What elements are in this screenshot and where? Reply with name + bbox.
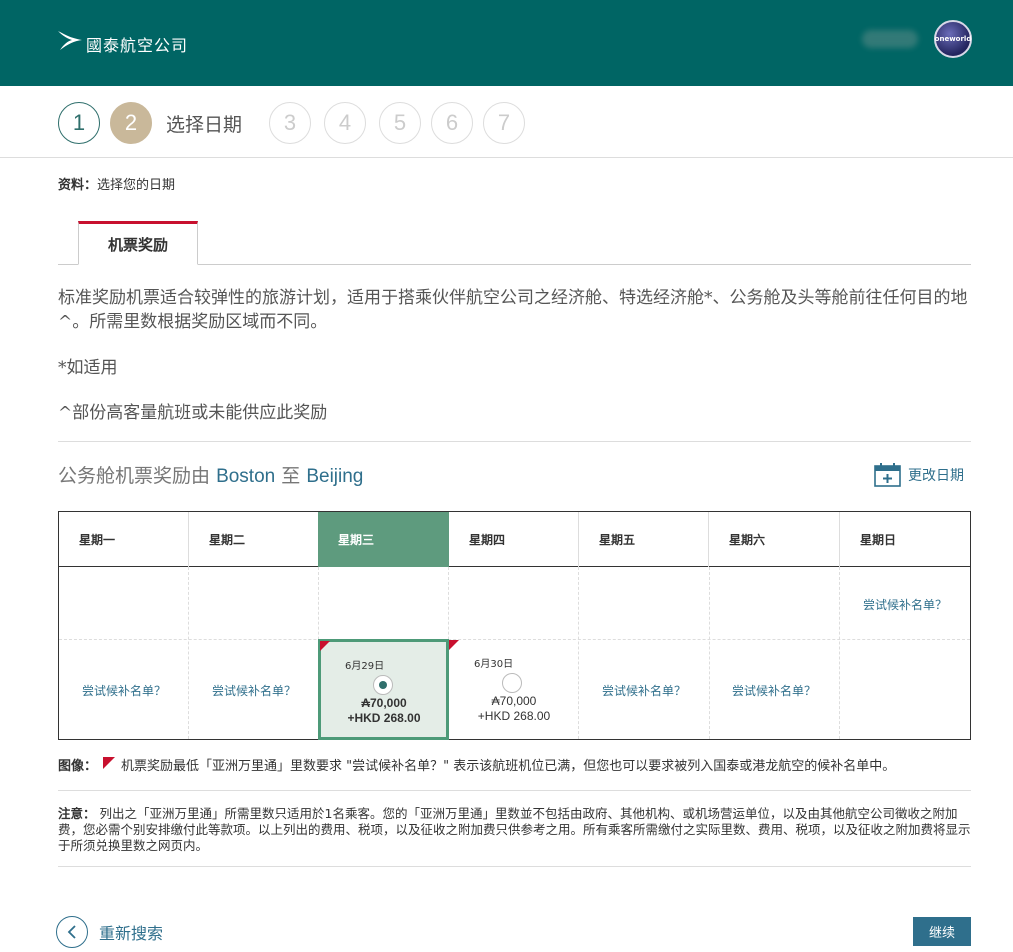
date-cell-selected[interactable]: 6月29日 ₳70,000 +HKD 268.00	[318, 639, 449, 740]
progress-stepper: 1 2 选择日期 3 4 5 6 7	[0, 86, 1013, 158]
waitlist-link-tue[interactable]: 尝试候补名单？	[189, 682, 319, 699]
award-min-corner-icon	[449, 640, 459, 650]
miles-amount: 70,000	[499, 694, 537, 708]
waitlist-link-sun[interactable]: 尝试候补名单？	[840, 596, 970, 613]
route-origin: Boston	[216, 466, 276, 487]
grid-line	[59, 639, 970, 640]
day-header-tue: 星期二	[189, 512, 319, 567]
day-header-sat: 星期六	[709, 512, 840, 567]
calendar-header: 星期一 星期二 星期三 星期四 星期五 星期六 星期日	[59, 512, 970, 567]
change-date-label: 更改日期	[908, 468, 964, 484]
back-arrow-icon	[56, 916, 88, 948]
date-label: 6月29日	[345, 661, 385, 672]
user-name-blurred[interactable]	[862, 30, 918, 48]
breadcrumb-value: 选择您的日期	[97, 178, 176, 193]
day-header-mon: 星期一	[59, 512, 189, 567]
price-value: +HKD 268.00	[477, 709, 551, 723]
continue-button[interactable]: 继续	[913, 917, 971, 946]
legend: 图像： 机票奖励最低「亚洲万里通」里数要求 "尝试候补名单？" 表示该航班机位已…	[58, 755, 895, 774]
miles-value: ₳70,000	[449, 694, 579, 708]
grid-line	[709, 567, 710, 739]
step-active-label: 选择日期	[166, 114, 243, 136]
date-label: 6月30日	[474, 659, 514, 670]
divider	[58, 866, 971, 867]
divider	[58, 790, 971, 791]
route-prefix: 公务舱机票奖励由	[58, 465, 211, 487]
breadcrumb: 资料：选择您的日期	[58, 174, 175, 193]
grid-line	[188, 567, 189, 739]
waitlist-link-sat[interactable]: 尝试候补名单？	[709, 682, 839, 699]
step-3: 3	[269, 102, 311, 144]
tab-award-ticket[interactable]: 机票奖励	[78, 221, 198, 265]
brushwing-icon	[58, 31, 82, 50]
day-header-wed: 星期三	[318, 512, 449, 567]
date-radio[interactable]	[502, 673, 522, 693]
route-title: 公务舱机票奖励由 Boston 至 Beijing	[58, 461, 363, 488]
new-search-label: 重新搜索	[99, 924, 164, 943]
award-description: 标准奖励机票适合较弹性的旅游计划，适用于搭乘伙伴航空公司之经济舱、特选经济舱*、…	[58, 288, 968, 332]
change-date-link[interactable]: 更改日期	[874, 463, 964, 487]
miles-amount: 70,000	[369, 696, 407, 710]
step-1[interactable]: 1	[58, 102, 100, 144]
award-min-corner-icon	[103, 756, 116, 769]
footnote-high-demand: ^部份高客量航班或未能供应此奖励	[58, 403, 328, 423]
grid-line	[839, 567, 840, 739]
step-7: 7	[483, 102, 525, 144]
step-5: 5	[379, 102, 421, 144]
step-6: 6	[431, 102, 473, 144]
logo-text: 國泰航空公司	[86, 36, 189, 55]
step-2: 2	[110, 102, 152, 144]
cathay-logo[interactable]: 國泰航空公司	[56, 24, 188, 56]
calendar-add-icon	[874, 463, 901, 487]
remark-label: 注意：	[58, 806, 96, 821]
miles-value: ₳70,000	[319, 696, 449, 710]
step-4: 4	[324, 102, 366, 144]
divider	[58, 441, 971, 442]
remark-text: 列出之「亚洲万里通」所需里数只适用於1名乘客。您的「亚洲万里通」里数並不包括由政…	[58, 806, 971, 853]
footnote-applicable: *如适用	[58, 358, 118, 378]
asia-miles-icon: ₳	[361, 696, 370, 710]
waitlist-link-fri[interactable]: 尝试候补名单？	[579, 682, 709, 699]
asia-miles-icon: ₳	[491, 694, 500, 708]
remark: 注意： 列出之「亚洲万里通」所需里数只适用於1名乘客。您的「亚洲万里通」里数並不…	[58, 806, 971, 854]
legend-text: 机票奖励最低「亚洲万里通」里数要求 "尝试候补名单？" 表示该航班机位已满，但您…	[121, 759, 896, 774]
date-radio-selected[interactable]	[373, 675, 393, 695]
top-header: 國泰航空公司 oneworld	[0, 0, 1013, 86]
date-calendar: 星期一 星期二 星期三 星期四 星期五 星期六 星期日 尝试候补名单？ 尝试候补…	[58, 511, 971, 740]
breadcrumb-label: 资料：	[58, 178, 98, 193]
day-header-fri: 星期五	[579, 512, 709, 567]
route-connector: 至	[281, 465, 301, 487]
day-header-thu: 星期四	[449, 512, 579, 567]
day-header-sun: 星期日	[860, 533, 897, 547]
legend-label: 图像：	[58, 759, 98, 774]
waitlist-link-mon[interactable]: 尝试候补名单？	[59, 682, 189, 699]
award-min-corner-icon	[320, 641, 330, 651]
new-search-link[interactable]: 重新搜索	[56, 916, 163, 948]
price-value: +HKD 268.00	[347, 711, 421, 725]
oneworld-logo: oneworld	[934, 20, 972, 58]
route-destination: Beijing	[306, 466, 364, 487]
